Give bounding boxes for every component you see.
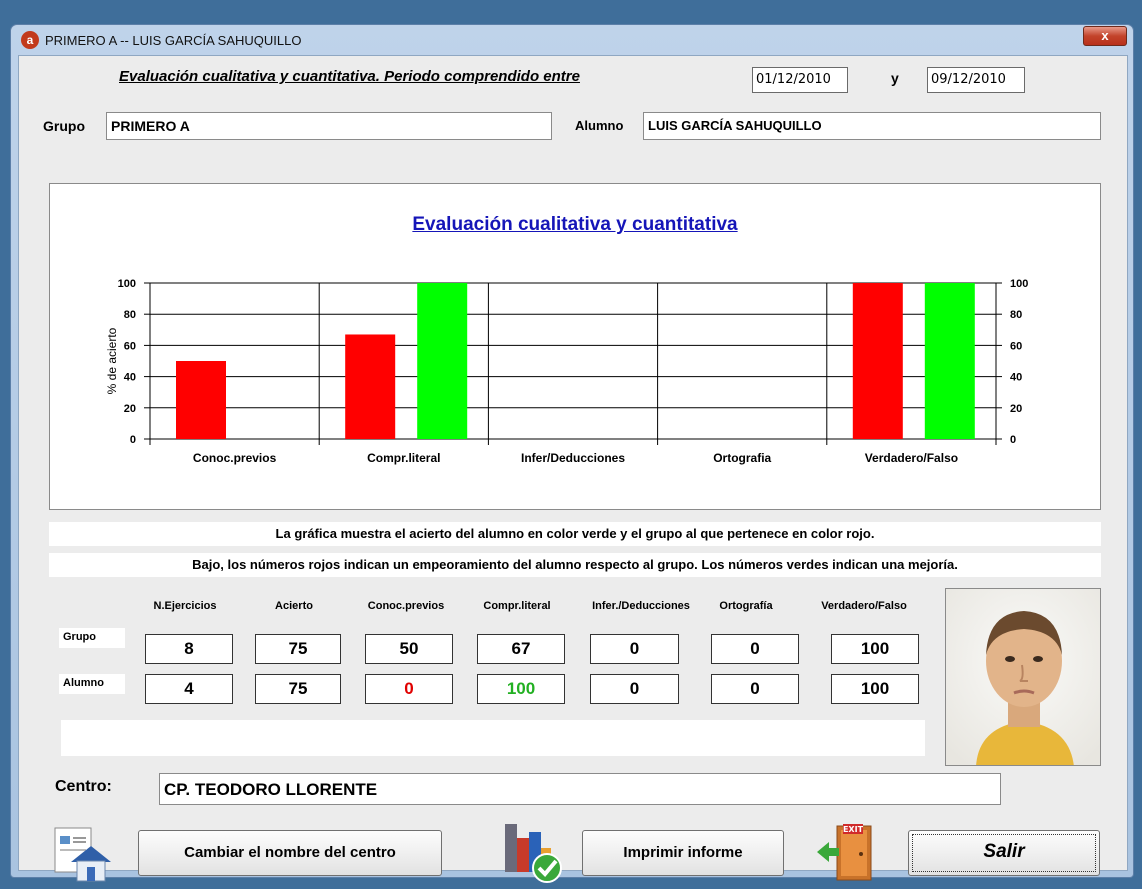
student-field[interactable]: LUIS GARCÍA SAHUQUILLO [643, 112, 1101, 140]
value-cell[interactable]: 8 [145, 634, 233, 664]
value-cell[interactable]: 0 [711, 634, 799, 664]
value-cell[interactable]: 100 [831, 674, 919, 704]
value-cell[interactable]: 75 [255, 674, 341, 704]
y-tick-label-right: 0 [1010, 434, 1016, 446]
y-tick-label: 60 [124, 340, 136, 352]
bar [417, 283, 468, 439]
value-cell[interactable]: 50 [365, 634, 453, 664]
center-field[interactable]: CP. TEODORO LLORENTE [159, 773, 1001, 805]
y-tick-label-right: 100 [1010, 278, 1028, 290]
date-to-field[interactable]: 09/12/2010 [927, 67, 1025, 93]
column-header: Conoc.previos [367, 600, 445, 612]
exit-button-label: Salir [983, 841, 1025, 862]
exit-door-icon: EXIT [815, 822, 875, 887]
group-field[interactable]: PRIMERO A [106, 112, 552, 140]
date-from-field[interactable]: 01/12/2010 [752, 67, 848, 93]
y-tick-label-right: 80 [1010, 309, 1022, 321]
value-cell[interactable]: 0 [365, 674, 453, 704]
bar [176, 361, 226, 439]
column-header: N.Ejercicios [153, 600, 217, 612]
bar-chart: 0 0 20 20 40 40 60 60 80 80 100 100 Conoc.previos Com… [105, 278, 1028, 465]
y-axis-label: % de acierto [105, 327, 119, 394]
bar [345, 334, 396, 439]
value-cell[interactable]: 0 [590, 634, 679, 664]
student-photo [945, 588, 1101, 766]
y-tick-label: 40 [124, 372, 136, 384]
y-tick-label-right: 20 [1010, 403, 1022, 415]
group-label: Grupo [43, 118, 85, 134]
chart-legend-note: La gráfica muestra el acierto del alumno… [49, 522, 1101, 546]
chart-check-icon [499, 818, 565, 889]
x-category-label: Ortografia [713, 451, 771, 465]
value-cell[interactable]: 100 [831, 634, 919, 664]
bar [924, 283, 975, 439]
value-cell[interactable]: 0 [590, 674, 679, 704]
student-label: Alumno [575, 118, 624, 133]
x-category-label: Compr.literal [367, 451, 440, 465]
app-icon: a [21, 31, 39, 49]
y-tick-label: 100 [118, 278, 136, 290]
close-button[interactable]: x [1083, 26, 1127, 46]
window-title: PRIMERO A -- LUIS GARCÍA SAHUQUILLO [45, 33, 302, 48]
value-cell[interactable]: 4 [145, 674, 233, 704]
x-category-label: Infer/Deducciones [521, 451, 625, 465]
value-cell[interactable]: 75 [255, 634, 341, 664]
empty-message-bar [61, 720, 925, 756]
y-tick-label-right: 40 [1010, 372, 1022, 384]
chart-panel: Evaluación cualitativa y cuantitativa 00… [49, 183, 1101, 510]
value-cell[interactable]: 100 [477, 674, 565, 704]
x-category-label: Conoc.previos [193, 451, 277, 465]
date-conjunction: y [891, 70, 899, 86]
center-label: Centro: [55, 778, 112, 795]
main-window: a PRIMERO A -- LUIS GARCÍA SAHUQUILLO x … [10, 24, 1134, 883]
row-label: Alumno [59, 674, 125, 694]
value-cell[interactable]: 0 [711, 674, 799, 704]
y-tick-label: 0 [130, 434, 136, 446]
column-header: Infer./Deducciones [592, 600, 690, 612]
row-label: Grupo [59, 628, 125, 648]
svg-text:EXIT: EXIT [843, 825, 864, 834]
print-report-button[interactable]: Imprimir informe [582, 830, 784, 876]
change-center-button[interactable]: Cambiar el nombre del centro [138, 830, 442, 876]
column-header: Verdadero/Falso [821, 600, 907, 612]
exit-button[interactable]: Salir [908, 830, 1100, 876]
y-tick-label: 80 [124, 309, 136, 321]
bar [852, 283, 903, 439]
title-bar: a PRIMERO A -- LUIS GARCÍA SAHUQUILLO x [11, 25, 1133, 55]
value-cell[interactable]: 67 [477, 634, 565, 664]
house-document-icon [51, 826, 111, 887]
y-tick-label: 20 [124, 403, 136, 415]
y-tick-label-right: 60 [1010, 340, 1022, 352]
column-header: Acierto [275, 600, 313, 612]
color-meaning-note: Bajo, los números rojos indican un empeo… [49, 553, 1101, 577]
column-header: Compr.literal [483, 600, 551, 612]
form-client-area: Evaluación cualitativa y cuantitativa. P… [18, 55, 1128, 883]
period-heading: Evaluación cualitativa y cuantitativa. P… [119, 68, 580, 85]
x-category-label: Verdadero/Falso [865, 451, 958, 465]
column-header: Ortografía [719, 600, 773, 612]
